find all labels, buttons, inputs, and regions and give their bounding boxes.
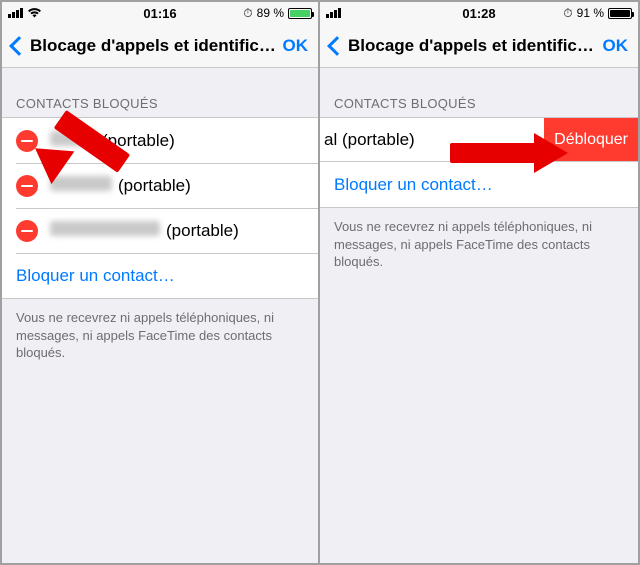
section-label: CONTACTS BLOQUÉS [2,68,318,117]
nav-title: Blocage d'appels et identific… [348,36,597,56]
signal-icon [8,8,23,18]
contact-name: al (portable) [320,118,544,161]
nav-title: Blocage d'appels et identific… [30,36,277,56]
wifi-icon [27,6,42,21]
delete-minus-icon[interactable] [16,175,38,197]
blocked-contact-row[interactable]: xxxxxxxxxx (portable) [2,208,318,253]
contact-name: xxxxxxxxxx (portable) [50,221,239,241]
signal-icon [326,8,341,18]
section-label: CONTACTS BLOQUÉS [320,68,638,117]
ok-button[interactable]: OK [599,36,633,56]
redacted-name: xxxxxxxxxx [50,221,160,236]
battery-percent: 91 % [577,6,604,20]
blocked-contacts-list: xxxx (portable) xxxxxx (portable) xxxxxx… [2,117,318,299]
alarm-icon: ⏱ [243,6,252,21]
nav-header: Blocage d'appels et identific… OK [320,24,638,68]
blocked-contact-row[interactable]: xxxxxx (portable) [2,163,318,208]
blocked-contacts-list: Bloquer un contact… [320,162,638,208]
back-icon[interactable] [327,36,347,56]
unblock-button[interactable]: Débloquer [544,118,638,161]
block-contact-link[interactable]: Bloquer un contact… [334,175,493,195]
blocked-contact-row-swiped[interactable]: al (portable) Débloquer [320,117,638,162]
battery-icon [288,8,312,19]
phone-left: 01:16 ⏱ 89 % Blocage d'appels et identif… [2,2,320,563]
contact-type: (portable) [166,221,239,241]
battery-percent: 89 % [257,6,284,20]
block-contact-row[interactable]: Bloquer un contact… [320,162,638,207]
phone-right: 01:28 ⏱ 91 % Blocage d'appels et identif… [320,2,638,563]
contact-type: (portable) [118,176,191,196]
nav-header: Blocage d'appels et identific… OK [2,24,318,68]
status-bar: 01:16 ⏱ 89 % [2,2,318,24]
contact-type: (portable) [102,131,175,151]
footnote: Vous ne recevrez ni appels téléphoniques… [2,299,318,376]
footnote: Vous ne recevrez ni appels téléphoniques… [320,208,638,285]
two-phone-comparison: 01:16 ⏱ 89 % Blocage d'appels et identif… [0,0,640,565]
delete-minus-icon[interactable] [16,220,38,242]
contact-name: xxxxxx (portable) [50,176,191,196]
block-contact-row[interactable]: Bloquer un contact… [2,253,318,298]
ok-button[interactable]: OK [279,36,313,56]
contact-name: xxxx (portable) [50,131,175,151]
battery-icon [608,8,632,19]
delete-minus-icon[interactable] [16,130,38,152]
alarm-icon: ⏱ [563,6,572,21]
blocked-contact-row[interactable]: xxxx (portable) [2,118,318,163]
block-contact-link[interactable]: Bloquer un contact… [16,266,175,286]
status-bar: 01:28 ⏱ 91 % [320,2,638,24]
back-icon[interactable] [9,36,29,56]
redacted-name: xxxxxx [50,176,112,191]
redacted-name: xxxx [50,131,96,146]
